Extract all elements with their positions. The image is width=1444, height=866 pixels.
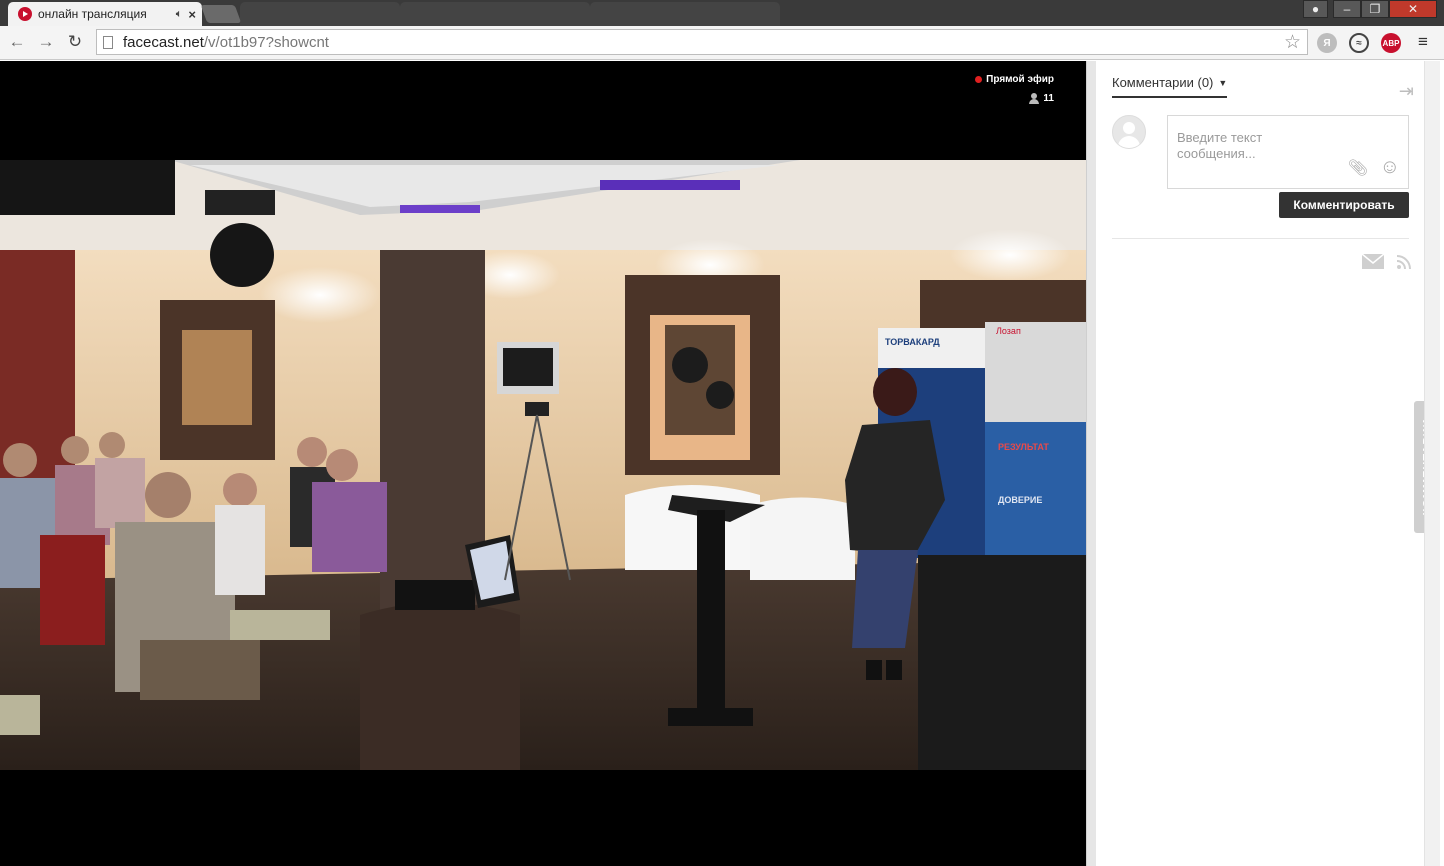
minimize-window-icon[interactable]: – <box>1333 0 1361 18</box>
sync-extension-icon[interactable]: ≈ <box>1349 33 1369 53</box>
banner-result: РЕЗУЛЬТАТ <box>998 442 1049 452</box>
viewer-counter: 11 <box>1029 93 1054 104</box>
comments-count-label: Комментарии (0) <box>1112 75 1214 90</box>
speaker-icon[interactable]: 🔈︎ <box>176 8 183 21</box>
comment-placeholder: Введите текст сообщения... <box>1177 130 1263 161</box>
rss-icon[interactable] <box>1396 254 1412 270</box>
restore-window-icon[interactable]: ❐ <box>1361 0 1389 18</box>
person-icon <box>1029 93 1040 104</box>
live-label: Прямой эфир <box>986 74 1054 85</box>
video-frame[interactable]: ТОРВАКАРД Лозап РЕЗУЛЬТАТ ДОВЕРИЕ <box>0 160 1086 770</box>
mail-icon[interactable] <box>1362 254 1384 269</box>
browser-tab-background[interactable] <box>590 2 780 26</box>
user-profile-icon[interactable]: ● <box>1303 0 1328 18</box>
reload-icon[interactable]: ↻ <box>64 31 86 53</box>
browser-tab-background[interactable] <box>240 2 400 26</box>
url-text[interactable]: facecast.net/v/ot1b97?showcnt <box>123 34 329 51</box>
conference-room-scene: ТОРВАКАРД Лозап РЕЗУЛЬТАТ ДОВЕРИЕ <box>0 160 1086 770</box>
tab-close-icon[interactable]: × <box>188 7 196 22</box>
sign-in-icon[interactable]: ⇥ <box>1399 81 1414 102</box>
paperclip-icon[interactable]: 📎︎ <box>1348 158 1368 178</box>
tab-strip: онлайн трансляция 🔈︎ × ● – ❐ ✕ <box>0 0 1444 26</box>
page-icon <box>103 35 113 49</box>
browser-toolbar: ← → ↻ facecast.net/v/ot1b97?showcnt ☆ Я … <box>0 26 1444 60</box>
forward-arrow-icon[interactable]: → <box>35 31 57 53</box>
comments-tab[interactable]: Комментарии (0) ▼ <box>1112 75 1228 98</box>
live-badge: Прямой эфир <box>975 74 1054 85</box>
bookmark-star-icon[interactable]: ☆ <box>1284 31 1301 54</box>
comments-panel: Комментарии (0) ▼ ⇥ Введите текст сообще… <box>1096 61 1424 866</box>
page-scrollbar[interactable] <box>1424 61 1440 866</box>
play-favicon-icon <box>18 7 32 21</box>
new-tab-button[interactable] <box>200 5 242 23</box>
chevron-down-icon: ▼ <box>1218 77 1228 88</box>
avatar <box>1112 115 1146 149</box>
close-window-icon[interactable]: ✕ <box>1389 0 1437 18</box>
viewer-count: 11 <box>1043 93 1054 104</box>
smiley-icon[interactable]: ☺ <box>1380 156 1400 179</box>
yandex-extension-icon[interactable]: Я <box>1317 33 1337 53</box>
browser-tab-active[interactable]: онлайн трансляция 🔈︎ × <box>8 2 202 26</box>
browser-tab-background[interactable] <box>400 2 590 26</box>
menu-hamburger-icon[interactable]: ≡ <box>1412 31 1434 53</box>
adblock-extension-icon[interactable]: ABP <box>1381 33 1401 53</box>
panel-separator <box>1112 238 1409 239</box>
back-arrow-icon[interactable]: ← <box>6 31 28 53</box>
submit-comment-button[interactable]: Комментировать <box>1279 192 1409 218</box>
panel-divider[interactable] <box>1086 61 1096 866</box>
banner-brand: ТОРВАКАРД <box>885 337 940 347</box>
live-dot-icon <box>975 76 983 83</box>
address-bar[interactable]: facecast.net/v/ot1b97?showcnt ☆ <box>96 29 1308 55</box>
banner-trust: ДОВЕРИЕ <box>998 495 1042 505</box>
tab-title: онлайн трансляция <box>38 7 147 21</box>
comment-input[interactable]: Введите текст сообщения... 📎︎ ☺ <box>1167 115 1409 189</box>
video-player[interactable]: Прямой эфир 11 ТОРВАКАРД Лозап РЕЗУЛЬТАТ… <box>0 61 1086 866</box>
banner-brand-2: Лозап <box>996 326 1021 336</box>
